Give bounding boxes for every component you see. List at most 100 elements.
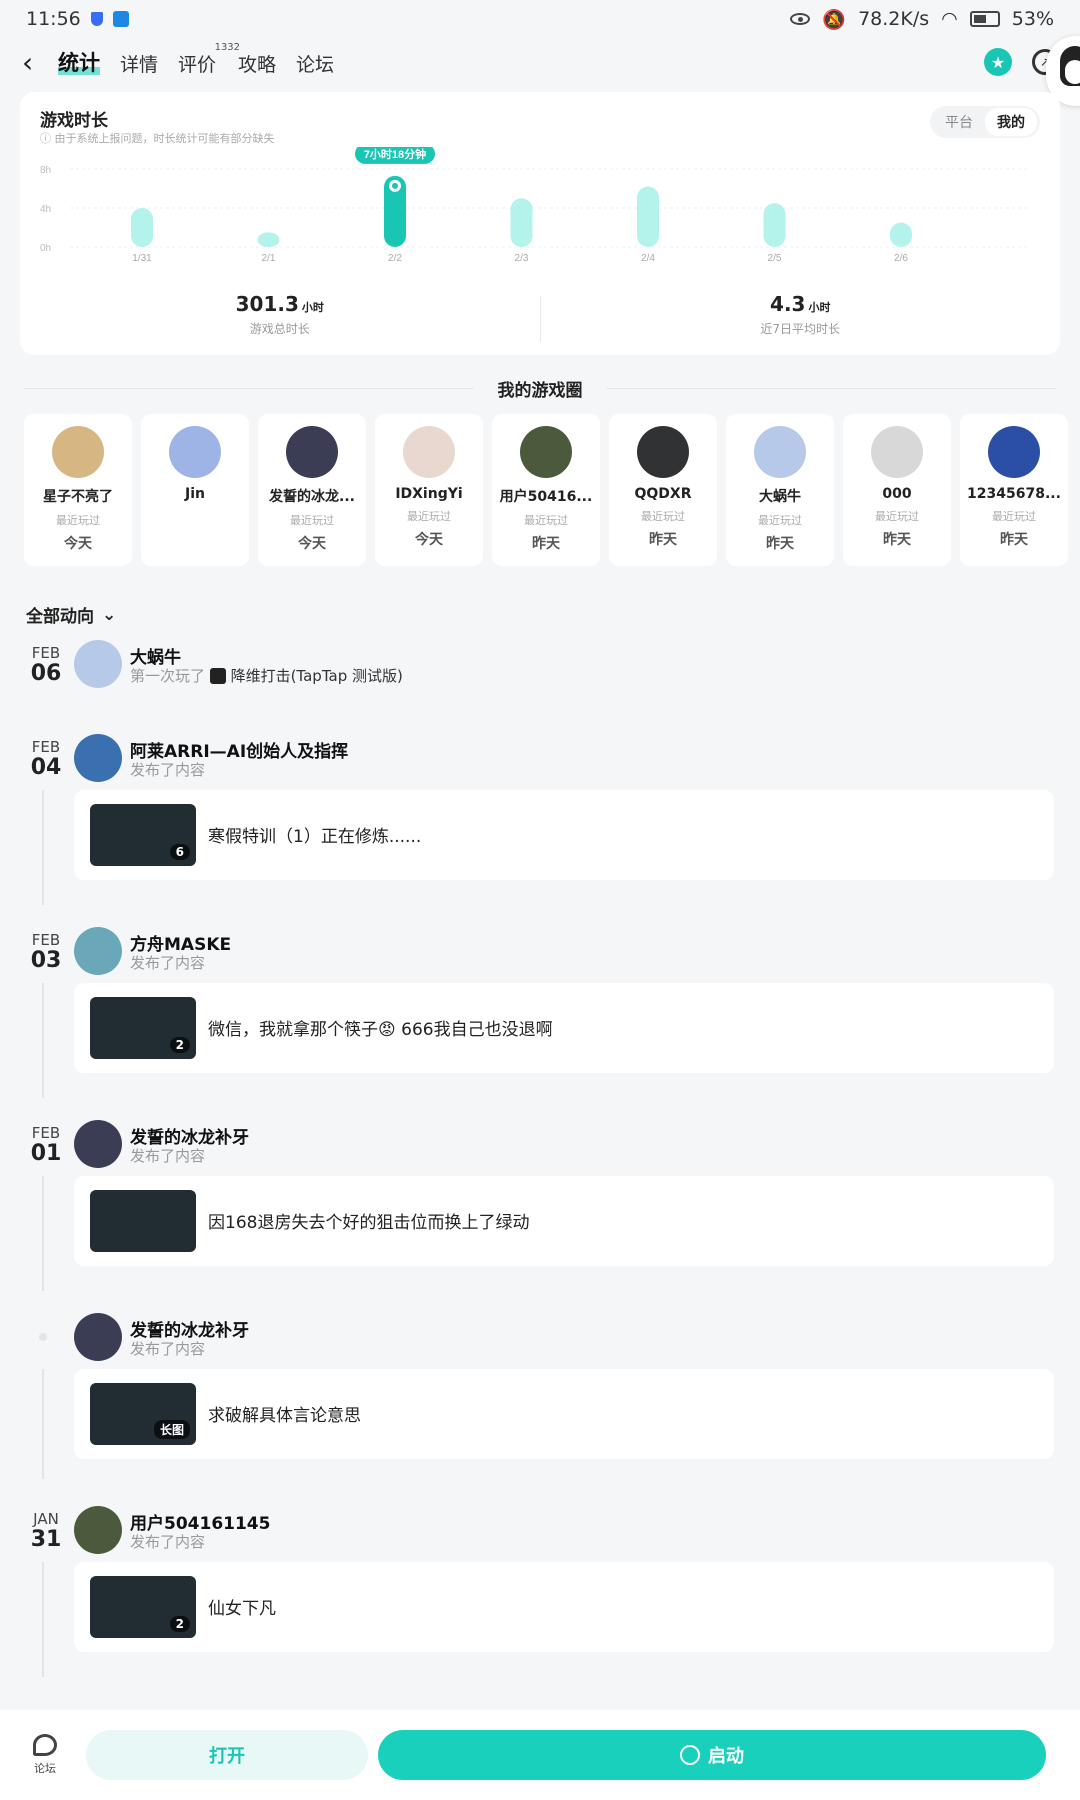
- friend-last-played-label: 最近玩过: [875, 510, 919, 523]
- avg-label: 近7日平均时长: [760, 322, 841, 336]
- friend-card[interactable]: 发誓的冰龙... 最近玩过 今天: [258, 414, 366, 566]
- post-thumbnail: [90, 1190, 196, 1252]
- friend-card[interactable]: 12345678... 最近玩过 昨天: [960, 414, 1068, 566]
- launch-label: 启动: [708, 1746, 744, 1767]
- tab-details[interactable]: 详情: [120, 50, 158, 77]
- friend-name: 12345678...: [967, 486, 1061, 502]
- friend-card[interactable]: Jin: [141, 414, 249, 566]
- avatar: [637, 426, 689, 478]
- friend-card[interactable]: IDXingYi 最近玩过 今天: [375, 414, 483, 566]
- feed-filter-label: 全部动向: [26, 607, 94, 627]
- friend-last-played-date: 今天: [64, 536, 92, 552]
- battery-level: 53%: [1011, 8, 1054, 30]
- friend-card[interactable]: QQDXR 最近玩过 昨天: [609, 414, 717, 566]
- status-time: 11:56: [26, 8, 81, 30]
- feed-game-name[interactable]: 降维打击(TapTap 测试版): [231, 667, 403, 685]
- total-unit: 小时: [301, 301, 324, 314]
- bar: [257, 232, 280, 247]
- playtime-note: ⓘ 由于系统上报问题，时长统计可能有部分缺失: [40, 132, 275, 145]
- post-text: 因168退房失去个好的狙击位而换上了绿动: [208, 1213, 530, 1233]
- y-tick-label: 8h: [40, 165, 51, 176]
- avatar: [754, 426, 806, 478]
- tab-stats[interactable]: 统计: [58, 47, 100, 77]
- avatar[interactable]: [74, 640, 122, 688]
- avatar[interactable]: [74, 1313, 122, 1361]
- post-text: 求破解具体言论意思: [208, 1406, 361, 1426]
- feed-action: 发布了内容: [130, 1145, 205, 1166]
- friend-card[interactable]: 用户50416... 最近玩过 昨天: [492, 414, 600, 566]
- post-card[interactable]: 2 仙女下凡: [74, 1562, 1054, 1652]
- image-count-badge: 2: [169, 1037, 190, 1053]
- feed-day: 01: [30, 1141, 62, 1166]
- forum-icon: [33, 1734, 57, 1756]
- avatar[interactable]: [74, 1506, 122, 1554]
- game-icon: [209, 668, 226, 684]
- timeline-line: [42, 790, 44, 905]
- feed-action: 发布了内容: [130, 1338, 205, 1359]
- avg-unit: 小时: [808, 301, 831, 314]
- open-button[interactable]: 打开: [86, 1730, 368, 1780]
- cloud-play-icon: [680, 1745, 700, 1765]
- feed-month: FEB: [31, 644, 61, 662]
- bottom-action-bar: 论坛 打开 启动: [0, 1710, 1080, 1800]
- feed-action-text: 发布了内容: [130, 954, 206, 972]
- x-tick-label: 2/1: [262, 253, 276, 264]
- friend-name: 发誓的冰龙...: [269, 489, 355, 505]
- chevron-down-icon: ⌄: [102, 604, 117, 625]
- post-thumbnail: 6: [90, 804, 196, 866]
- avatar: [403, 426, 455, 478]
- y-tick-label: 4h: [40, 204, 51, 215]
- toggle-mine[interactable]: 我的: [985, 108, 1037, 136]
- avatar[interactable]: [74, 734, 122, 782]
- friend-last-played-date: 昨天: [532, 536, 560, 552]
- friend-name: 000: [882, 486, 912, 502]
- tab-forum[interactable]: 论坛: [296, 50, 334, 77]
- launch-button[interactable]: 启动: [378, 1730, 1046, 1780]
- tab-reviews[interactable]: 评价 1332: [178, 42, 240, 77]
- tab-reviews-label: 评价: [178, 54, 217, 76]
- post-card[interactable]: 长图 求破解具体言论意思: [74, 1369, 1054, 1459]
- playtime-title: 游戏时长: [40, 111, 108, 131]
- friend-last-played-label: 最近玩过: [524, 514, 568, 527]
- feed-action: 发布了内容: [130, 1531, 205, 1552]
- post-text: 微信，我就拿那个筷子😡 666我自己也没退啊: [208, 1020, 553, 1040]
- avatar[interactable]: [74, 927, 122, 975]
- friend-card[interactable]: 星子不亮了 最近玩过 今天: [24, 414, 132, 566]
- feed-day: 04: [30, 755, 62, 780]
- friend-last-played-date: 今天: [298, 536, 326, 552]
- forum-button[interactable]: 论坛: [20, 1734, 70, 1776]
- feed-day: 31: [30, 1527, 62, 1552]
- feed-date: FEB 03: [28, 931, 64, 973]
- eye-icon: [790, 13, 811, 25]
- status-bar: 11:56 🔕 78.2K/s ◠ 53%: [0, 0, 1080, 38]
- favorite-star-icon[interactable]: ★: [984, 48, 1012, 76]
- friend-name: IDXingYi: [395, 486, 463, 502]
- x-tick-label: 2/5: [768, 253, 782, 264]
- timeline-dot: [39, 1333, 47, 1341]
- back-arrow-icon[interactable]: ‹: [22, 46, 52, 79]
- friend-last-played-label: 最近玩过: [56, 514, 100, 527]
- post-card[interactable]: 因168退房失去个好的狙击位而换上了绿动: [74, 1176, 1054, 1266]
- post-card[interactable]: 6 寒假特训（1）正在修炼......: [74, 790, 1054, 880]
- tab-guides[interactable]: 攻略: [238, 50, 276, 77]
- feed-filter-dropdown[interactable]: 全部动向 ⌄: [26, 602, 117, 628]
- average-playtime: 4.3 小时 近7日平均时长: [541, 292, 1061, 352]
- toggle-platform[interactable]: 平台: [933, 108, 985, 136]
- x-tick-label: 2/4: [641, 253, 655, 264]
- tab-bar: 统计 详情 评价 1332 攻略 论坛: [58, 42, 334, 77]
- playtime-toggle: 平台 我的: [930, 106, 1040, 138]
- total-label: 游戏总时长: [249, 322, 310, 336]
- friend-last-played-label: 最近玩过: [407, 510, 451, 523]
- friend-card[interactable]: 000 最近玩过 昨天: [843, 414, 951, 566]
- feed-action: 发布了内容: [130, 759, 205, 780]
- timeline-line: [42, 1562, 44, 1677]
- post-thumbnail: 2: [90, 997, 196, 1059]
- network-speed: 78.2K/s: [858, 8, 930, 30]
- friend-last-played-date: 今天: [415, 532, 443, 548]
- friend-card[interactable]: 大蜗牛 最近玩过 昨天: [726, 414, 834, 566]
- post-card[interactable]: 2 微信，我就拿那个筷子😡 666我自己也没退啊: [74, 983, 1054, 1073]
- avatar[interactable]: [74, 1120, 122, 1168]
- game-circle-title: 我的游戏圈: [0, 376, 1080, 401]
- playtime-stats: 301.3 小时 游戏总时长 4.3 小时 近7日平均时长: [20, 292, 1060, 352]
- post-thumbnail: 2: [90, 1576, 196, 1638]
